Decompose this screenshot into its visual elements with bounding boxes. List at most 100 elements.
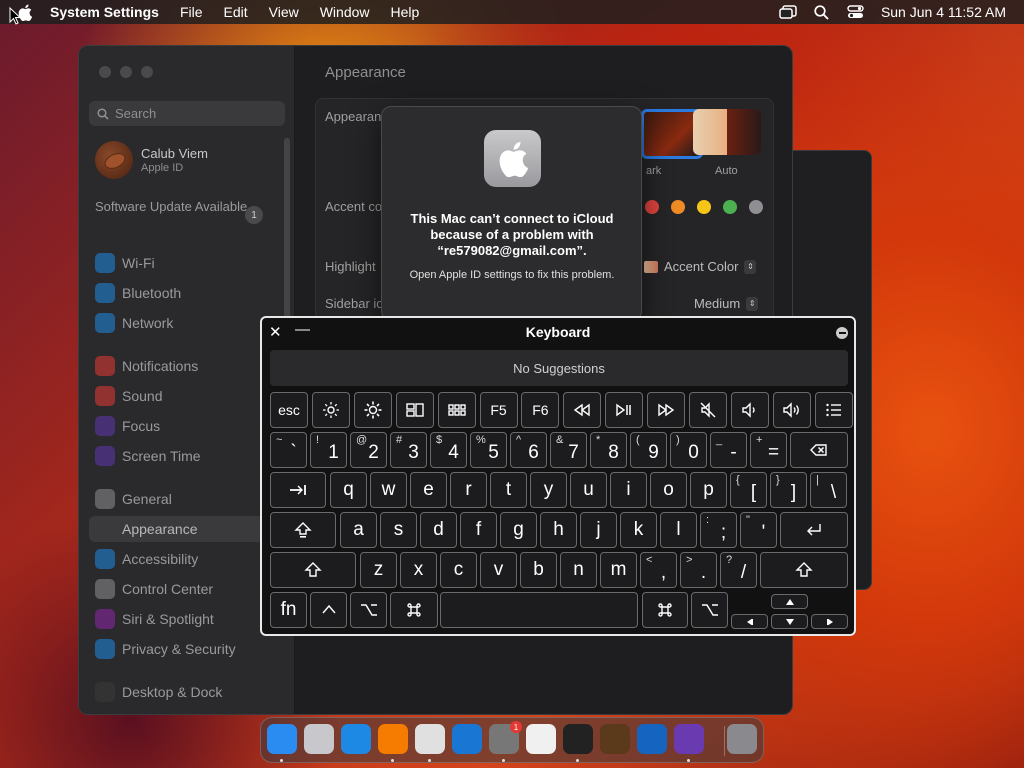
key-11[interactable]: _ - (710, 432, 747, 468)
key-p[interactable]: p (690, 472, 727, 508)
key-m[interactable]: m (600, 552, 637, 588)
sidebar-item-general[interactable]: General (89, 486, 285, 512)
delete-key[interactable] (790, 432, 848, 468)
f6-key[interactable]: F6 (521, 392, 560, 428)
software-update-item[interactable]: Software Update Available (95, 199, 265, 215)
app-name-menu[interactable]: System Settings (50, 4, 159, 20)
sidebar-item-screen-time[interactable]: Screen Time (89, 443, 285, 469)
key-f[interactable]: f (460, 512, 497, 548)
volume-up-icon[interactable] (772, 392, 811, 428)
fast-forward-icon[interactable] (647, 392, 686, 428)
fn-key[interactable]: fn (270, 592, 307, 628)
key-y[interactable]: y (530, 472, 567, 508)
key-g[interactable]: g (500, 512, 537, 548)
sidebar-icon-size-select[interactable]: Medium ⇕ (694, 296, 759, 311)
accent-color-swatch[interactable] (723, 200, 737, 214)
accent-color-swatch[interactable] (749, 200, 763, 214)
sidebar-item-appearance[interactable]: Appearance (89, 516, 285, 542)
key-i[interactable]: i (610, 472, 647, 508)
window-menu[interactable]: Window (320, 4, 370, 20)
key-sym-1[interactable]: >. (680, 552, 717, 588)
sidebar-item-bluetooth[interactable]: Bluetooth (89, 280, 285, 306)
key-5[interactable]: % 5 (470, 432, 507, 468)
close-window-button[interactable] (99, 66, 111, 78)
dock-firefox-icon[interactable] (378, 724, 408, 754)
key-4[interactable]: $4 (430, 432, 467, 468)
arrow-right-key[interactable] (811, 614, 848, 629)
arrow-down-key[interactable] (771, 614, 808, 629)
dock-visual-studio-icon[interactable] (674, 724, 704, 754)
sidebar-item-wi-fi[interactable]: Wi-Fi (89, 250, 285, 276)
help-menu[interactable]: Help (391, 4, 420, 20)
dock-trash-icon[interactable] (727, 724, 757, 754)
key-8[interactable]: * 8 (590, 432, 627, 468)
key-1[interactable]: ! 1 (310, 432, 347, 468)
key-10[interactable]: ) 0 (670, 432, 707, 468)
dock-textedit-icon[interactable] (526, 724, 556, 754)
key-r[interactable]: r (450, 472, 487, 508)
menu-clock[interactable]: Sun Jun 4 11:52 AM (881, 4, 1006, 20)
sidebar-item-privacy-security[interactable]: Privacy & Security (89, 636, 285, 662)
key-t[interactable]: t (490, 472, 527, 508)
key-v[interactable]: v (480, 552, 517, 588)
key-bracket-2[interactable]: | \ (810, 472, 847, 508)
key-punct-0[interactable]: :; (700, 512, 737, 548)
zoom-window-button[interactable] (141, 66, 153, 78)
arrow-up-key[interactable] (771, 594, 808, 609)
spotlight-search-icon[interactable] (813, 4, 831, 20)
dock-app-store-icon[interactable] (452, 724, 482, 754)
dock-launchpad-icon[interactable] (304, 724, 334, 754)
f5-key[interactable]: F5 (479, 392, 518, 428)
edit-menu[interactable]: Edit (224, 4, 248, 20)
tab-key[interactable] (270, 472, 326, 508)
command-key[interactable] (390, 592, 438, 628)
sidebar-item-sound[interactable]: Sound (89, 383, 285, 409)
key-l[interactable]: l (660, 512, 697, 548)
options-icon[interactable] (836, 327, 848, 339)
arrow-left-key[interactable] (731, 614, 768, 629)
accent-color-swatch[interactable] (671, 200, 685, 214)
sidebar-item-siri-spotlight[interactable]: Siri & Spotlight (89, 606, 285, 632)
key-k[interactable]: k (620, 512, 657, 548)
right-option-key[interactable] (691, 592, 728, 628)
rewind-icon[interactable] (563, 392, 602, 428)
key-sym-2[interactable]: ? / (720, 552, 757, 588)
key-bracket-0[interactable]: {[ (730, 472, 767, 508)
key-6[interactable]: ^ 6 (510, 432, 547, 468)
key-n[interactable]: n (560, 552, 597, 588)
key-x[interactable]: x (400, 552, 437, 588)
launchpad-icon[interactable] (437, 392, 476, 428)
esc-key[interactable]: esc (270, 392, 308, 428)
key-c[interactable]: c (440, 552, 477, 588)
key-u[interactable]: u (570, 472, 607, 508)
dock-safari-icon[interactable] (341, 724, 371, 754)
key-b[interactable]: b (520, 552, 557, 588)
key-q[interactable]: q (330, 472, 367, 508)
dock-terminal-icon[interactable] (563, 724, 593, 754)
sidebar-item-accessibility[interactable]: Accessibility (89, 546, 285, 572)
key-9[interactable]: (9 (630, 432, 667, 468)
mission-control-icon[interactable] (395, 392, 434, 428)
dock-garageband-icon[interactable] (600, 724, 630, 754)
dock-finder-icon[interactable] (267, 724, 297, 754)
sidebar-item-network[interactable]: Network (89, 310, 285, 336)
search-field[interactable]: Search (89, 101, 285, 126)
key-3[interactable]: #3 (390, 432, 427, 468)
sidebar-item-desktop-dock[interactable]: Desktop & Dock (89, 679, 285, 705)
key-s[interactable]: s (380, 512, 417, 548)
accent-color-swatch[interactable] (645, 200, 659, 214)
suggestions-bar[interactable]: No Suggestions (270, 350, 848, 386)
file-menu[interactable]: File (180, 4, 203, 20)
mute-icon[interactable] (689, 392, 727, 428)
return-key[interactable] (780, 512, 848, 548)
accent-color-swatch[interactable] (697, 200, 711, 214)
space-bar[interactable] (440, 592, 638, 628)
key-0[interactable]: ~ ` (270, 432, 307, 468)
volume-down-icon[interactable] (730, 392, 769, 428)
key-e[interactable]: e (410, 472, 447, 508)
key-2[interactable]: @2 (350, 432, 387, 468)
caps-lock-key[interactable] (270, 512, 336, 548)
auto-mode-thumbnail[interactable] (693, 109, 761, 155)
dock-chrome-icon[interactable] (415, 724, 445, 754)
brightness-up-icon[interactable] (353, 392, 392, 428)
